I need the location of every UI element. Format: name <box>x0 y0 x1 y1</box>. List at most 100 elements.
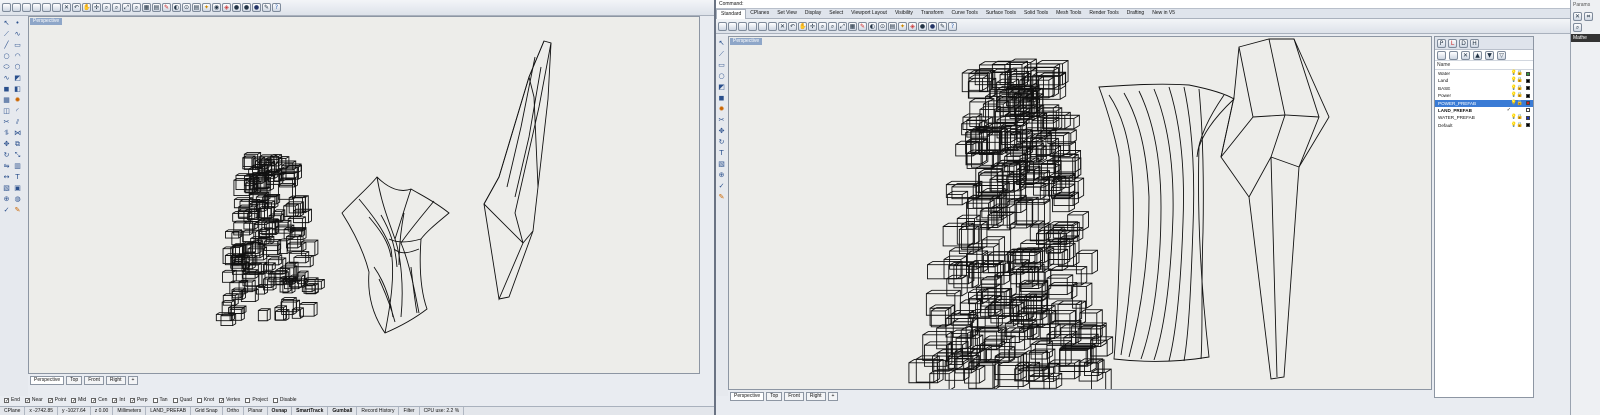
red-pen-icon[interactable]: ✎ <box>858 21 867 31</box>
join-icon[interactable]: ⋈ <box>13 129 22 138</box>
osnap-knot[interactable]: Knot <box>196 397 214 403</box>
layer-row[interactable]: Land 💡 🔒 <box>1435 77 1533 84</box>
check-icon[interactable]: ✓ <box>2 206 11 215</box>
tab-perspective[interactable]: Perspective <box>730 392 765 401</box>
toolbar-tab[interactable]: Display <box>801 9 825 18</box>
move-down-icon[interactable]: ▼ <box>1485 50 1494 60</box>
offset-icon[interactable]: ⥮ <box>2 129 11 138</box>
lock-icon[interactable]: 🔒 <box>1517 92 1523 99</box>
layer-color-swatch[interactable] <box>1526 86 1530 91</box>
osnap-int[interactable]: ✓ Int <box>112 397 125 403</box>
filter-icon[interactable]: ▽ <box>1497 50 1506 60</box>
layer-color-swatch[interactable] <box>1526 101 1530 106</box>
extrude-icon[interactable]: ◧ <box>13 85 22 94</box>
tab-right[interactable]: Right <box>105 376 126 385</box>
polyline-icon[interactable]: ⟋ <box>2 30 11 39</box>
layer-color-swatch[interactable] <box>1526 123 1530 128</box>
toolbar-tab[interactable]: Viewport Layout <box>847 9 891 18</box>
rotate-view-icon[interactable]: ✢ <box>92 3 101 12</box>
perspective-viewport-right[interactable]: Perspective <box>728 36 1432 390</box>
osnap-tan[interactable]: Tan <box>152 397 168 403</box>
pan-icon[interactable]: ✋ <box>82 3 91 12</box>
toolbar-tab[interactable]: Visibility <box>891 9 917 18</box>
surface-icon[interactable]: ◩ <box>13 74 22 83</box>
osnap-point[interactable]: ✓ Point <box>47 397 66 403</box>
toolbar-tab[interactable]: Standard <box>716 9 747 19</box>
zoom-extents-icon[interactable]: ⤢ <box>122 3 131 12</box>
layer-icon[interactable]: ▤ <box>192 3 201 12</box>
undo-icon[interactable]: ↶ <box>72 3 81 12</box>
cut-icon[interactable]: ✕ <box>778 21 787 31</box>
toolbar-tab[interactable]: Set View <box>773 9 801 18</box>
checkbox[interactable]: ✓ <box>129 397 135 403</box>
checkbox[interactable] <box>152 397 158 403</box>
options-icon[interactable]: ✎ <box>938 21 947 31</box>
lock-icon[interactable]: 🔒 <box>1517 77 1523 84</box>
zoom-window-icon[interactable]: ⌕ <box>112 3 121 12</box>
red-pen-icon[interactable]: ✎ <box>162 3 171 12</box>
layer-name-column[interactable]: Name <box>1435 61 1533 70</box>
check-icon[interactable]: ✓ <box>717 182 726 191</box>
tab-top[interactable]: Top <box>66 376 83 385</box>
copy-icon[interactable] <box>758 21 767 31</box>
polygon-icon[interactable]: ⬡ <box>13 63 22 72</box>
record-history-toggle[interactable]: Record History <box>357 407 400 415</box>
material-icon[interactable]: ◈ <box>908 21 917 31</box>
analyze-icon[interactable]: ⊕ <box>2 195 11 204</box>
layer-color-swatch[interactable] <box>1526 71 1530 76</box>
help-icon[interactable]: ? <box>272 3 281 12</box>
lock-icon[interactable]: ⊙ <box>182 3 191 12</box>
layer-color-swatch[interactable] <box>1526 93 1530 98</box>
print-icon[interactable] <box>32 3 41 12</box>
ellipse-icon[interactable]: ⬭ <box>2 63 11 72</box>
freeform-icon[interactable]: ∿ <box>2 74 11 83</box>
fillet-icon[interactable]: ◜ <box>13 107 22 116</box>
layer-row[interactable]: WATER_PREFAB 💡 🔒 <box>1435 114 1533 121</box>
filter-toggle[interactable]: Filter <box>399 407 420 415</box>
tool-icon[interactable]: ✕ <box>1573 12 1582 21</box>
surface-icon[interactable]: ◩ <box>717 83 726 92</box>
environment-icon[interactable]: ● <box>928 21 937 31</box>
box-icon[interactable]: ◼ <box>717 94 726 103</box>
tab-front[interactable]: Front <box>784 392 804 401</box>
circle-icon[interactable]: ○ <box>2 52 11 61</box>
copy-icon[interactable] <box>42 3 51 12</box>
checkbox[interactable] <box>272 397 278 403</box>
tool-icon[interactable]: ⌗ <box>1584 12 1593 21</box>
zoom-extents-icon[interactable]: ⤢ <box>838 21 847 31</box>
scale-icon[interactable]: ⤡ <box>13 151 22 160</box>
select-icon[interactable]: ↖ <box>2 19 11 28</box>
copy-obj-icon[interactable]: ⧉ <box>13 140 22 149</box>
paint-icon[interactable]: ✎ <box>717 193 726 202</box>
grid-icon[interactable]: ▦ <box>848 21 857 31</box>
toolbar-tab[interactable]: Curve Tools <box>948 9 982 18</box>
polyline-icon[interactable]: ⟋ <box>717 50 726 59</box>
environment-icon[interactable]: ● <box>252 3 261 12</box>
select-icon[interactable]: ↖ <box>717 39 726 48</box>
show-hide-icon[interactable]: ◐ <box>868 21 877 31</box>
lock-icon[interactable]: 🔒 <box>1517 114 1523 121</box>
render-sphere-icon[interactable]: ● <box>232 3 241 12</box>
render-sphere-icon[interactable]: ● <box>918 21 927 31</box>
paint-icon[interactable]: ✎ <box>13 206 22 215</box>
add-tab-button[interactable]: + <box>827 392 839 401</box>
tool-icon[interactable]: ⌕ <box>1573 23 1582 32</box>
lock-icon[interactable]: 🔒 <box>1517 100 1523 107</box>
analyze-icon[interactable]: ⊕ <box>717 171 726 180</box>
layers-tab-icon[interactable]: L <box>1448 38 1457 48</box>
options-icon[interactable]: ✎ <box>262 3 271 12</box>
split-icon[interactable]: ⫽ <box>13 118 22 127</box>
open-file-icon[interactable] <box>728 21 737 31</box>
line-icon[interactable]: ╱ <box>2 41 11 50</box>
osnap-vertex[interactable]: ✓ Vertex <box>219 397 240 403</box>
toolbar-tab[interactable]: CPlanes <box>746 9 773 18</box>
undo-icon[interactable]: ↶ <box>788 21 797 31</box>
ortho-toggle[interactable]: Ortho <box>223 407 245 415</box>
hatch-icon[interactable]: ▧ <box>717 160 726 169</box>
osnap-near[interactable]: ✓ Near <box>24 397 43 403</box>
display-tab-icon[interactable]: D <box>1459 38 1468 48</box>
planar-toggle[interactable]: Planar <box>244 407 268 415</box>
rectangle-icon[interactable]: ▭ <box>717 61 726 70</box>
checkbox[interactable]: ✓ <box>91 397 96 403</box>
add-tab-button[interactable]: + <box>127 376 139 385</box>
